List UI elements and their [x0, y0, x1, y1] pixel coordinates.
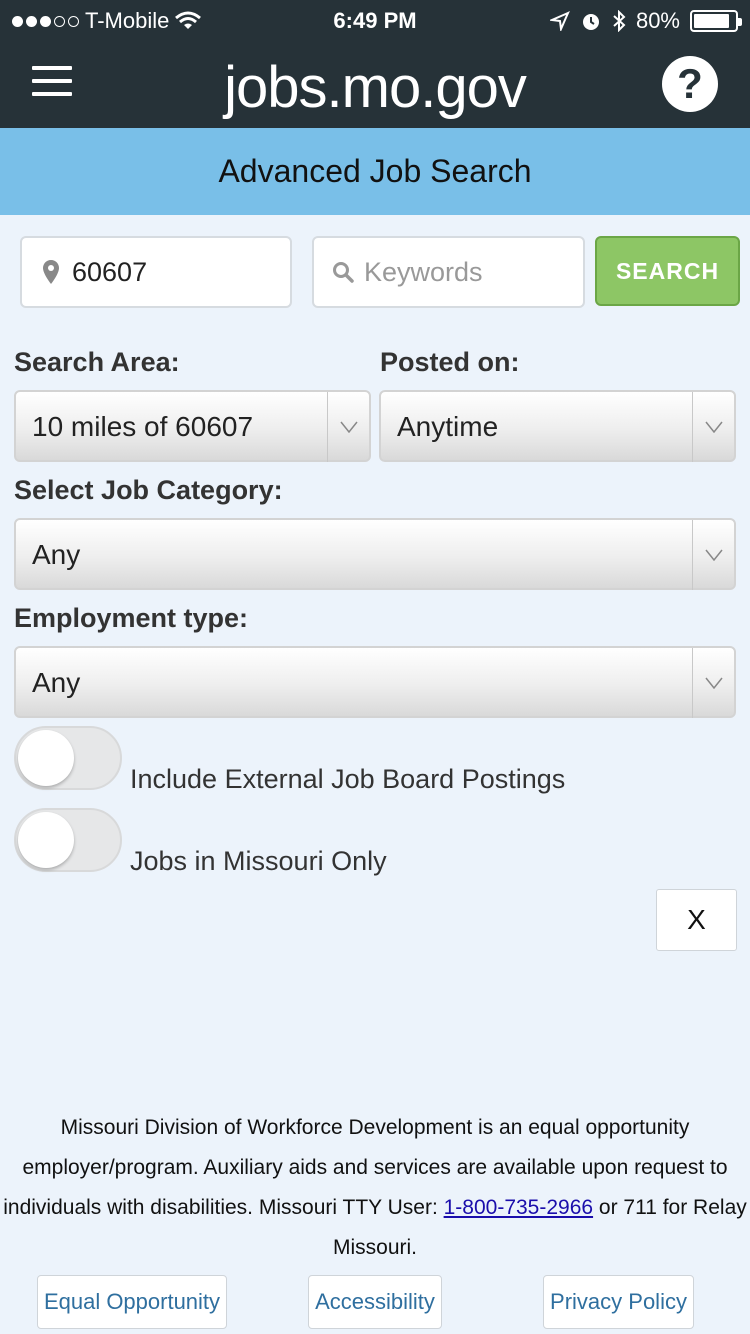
job-category-select[interactable]: Any	[14, 518, 736, 590]
search-icon	[330, 259, 356, 285]
help-button[interactable]: ?	[662, 56, 718, 112]
toggle-knob	[18, 812, 74, 868]
posted-on-select[interactable]: Anytime	[379, 390, 736, 462]
zip-field[interactable]	[20, 236, 292, 308]
posted-on-value: Anytime	[397, 411, 499, 442]
chevron-down-icon	[327, 392, 369, 462]
page-title: Advanced Job Search	[218, 153, 532, 189]
external-postings-toggle[interactable]	[14, 726, 122, 790]
employment-type-value: Any	[32, 667, 81, 698]
keywords-input[interactable]	[364, 256, 564, 288]
job-category-value: Any	[32, 539, 81, 570]
privacy-policy-link[interactable]: Privacy Policy	[543, 1275, 694, 1329]
status-right: 80%	[549, 8, 742, 34]
external-postings-label: Include External Job Board Postings	[130, 764, 566, 794]
employment-type-label: Employment type:	[14, 603, 249, 633]
map-pin-icon	[38, 259, 64, 285]
title-bar: Advanced Job Search	[0, 128, 750, 215]
posted-on-label: Posted on:	[380, 347, 520, 377]
site-logo[interactable]: jobs.mo.gov	[0, 54, 750, 121]
keywords-field[interactable]	[312, 236, 585, 308]
search-area-select[interactable]: 10 miles of 60607	[14, 390, 371, 462]
toggle-knob	[18, 730, 74, 786]
battery-percent: 80%	[635, 8, 680, 33]
chevron-down-icon	[692, 520, 734, 590]
job-category-label: Select Job Category:	[14, 475, 283, 505]
accessibility-link[interactable]: Accessibility	[308, 1275, 442, 1329]
close-button[interactable]: X	[656, 889, 737, 951]
location-arrow-icon	[549, 11, 570, 31]
bluetooth-icon	[613, 10, 626, 32]
app-header: T-Mobile 6:49 PM 80% jobs.mo.gov ?	[0, 0, 750, 128]
equal-opportunity-link[interactable]: Equal Opportunity	[37, 1275, 227, 1329]
tty-phone-link[interactable]: 1-800-735-2966	[444, 1196, 593, 1219]
chevron-down-icon	[692, 392, 734, 462]
battery-icon	[690, 10, 742, 32]
search-area-value: 10 miles of 60607	[32, 411, 254, 442]
missouri-only-label: Jobs in Missouri Only	[130, 846, 387, 876]
chevron-down-icon	[692, 648, 734, 718]
zip-input[interactable]	[72, 256, 272, 288]
footer-disclaimer: Missouri Division of Workforce Developme…	[0, 1108, 750, 1268]
status-bar: T-Mobile 6:49 PM 80%	[0, 0, 750, 40]
missouri-only-toggle[interactable]	[14, 808, 122, 872]
search-area-label: Search Area:	[14, 347, 180, 377]
search-button[interactable]: SEARCH	[595, 236, 740, 306]
alarm-icon	[582, 14, 599, 30]
employment-type-select[interactable]: Any	[14, 646, 736, 718]
